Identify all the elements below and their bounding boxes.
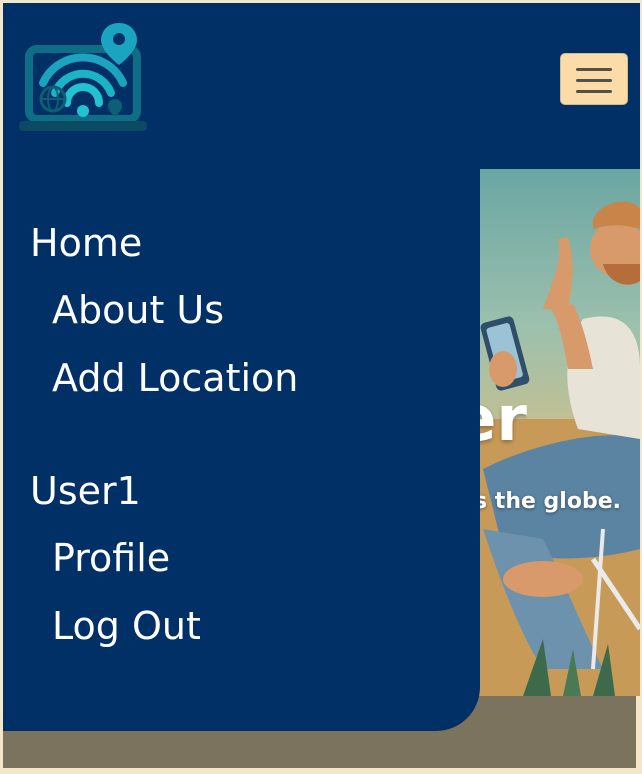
nav-item-profile[interactable]: Profile [52,535,170,581]
menu-toggle-button[interactable] [560,53,628,105]
site-logo[interactable] [17,19,149,135]
footer-edge [636,696,640,768]
hamburger-menu-icon [576,68,612,71]
nav-item-about-us[interactable]: About Us [52,287,224,333]
hamburger-menu-icon [576,90,612,93]
nav-item-add-location[interactable]: Add Location [52,355,298,401]
hamburger-menu-icon [576,79,612,82]
wifi-laptop-location-icon [19,23,147,131]
nav-drawer: Home About Us Add Location User1 Profile… [3,169,480,731]
nav-item-user[interactable]: User1 [30,468,141,514]
app-frame: er s the globe. Home About Us Add Locati… [3,3,640,768]
nav-item-log-out[interactable]: Log Out [52,603,201,649]
site-header [3,3,640,169]
nav-item-home[interactable]: Home [30,220,142,266]
